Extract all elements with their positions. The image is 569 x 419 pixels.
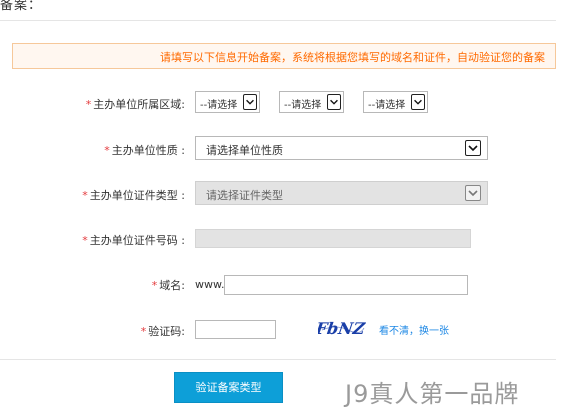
required-mark: * xyxy=(151,279,158,292)
required-mark: * xyxy=(104,144,110,157)
domain-input[interactable] xyxy=(224,275,468,295)
cert-number-label-text: 主办单位证件号码 : xyxy=(89,234,185,247)
chevron-down-icon xyxy=(327,94,341,110)
org-type-label: * 主办单位性质 : xyxy=(104,142,185,158)
chevron-down-icon xyxy=(465,140,481,156)
chevron-down-icon xyxy=(411,94,425,110)
chevron-down-icon xyxy=(465,185,481,201)
province-select-value: --请选择 xyxy=(200,100,238,111)
verify-record-type-button[interactable]: 验证备案类型 xyxy=(174,372,283,403)
notice-banner: 请填写以下信息开始备案，系统将根据您填写的域名和证件，自动验证您的备案 xyxy=(12,43,556,69)
required-mark: * xyxy=(82,234,88,247)
cert-number-label: * 主办单位证件号码 : xyxy=(82,232,185,248)
notice-text: 请填写以下信息开始备案，系统将根据您填写的域名和证件，自动验证您的备案 xyxy=(160,51,545,64)
district-select[interactable]: --请选择 xyxy=(363,91,428,113)
domain-label-text: 域名: xyxy=(159,279,185,292)
cert-type-select[interactable]: 请选择证件类型 xyxy=(195,181,488,205)
region-label-text: 主办单位所属区域: xyxy=(93,98,185,111)
org-type-select[interactable]: 请选择单位性质 xyxy=(195,136,488,160)
org-type-select-value: 请选择单位性质 xyxy=(206,144,283,157)
captcha-label-text: 验证码: xyxy=(148,325,185,338)
captcha-label: * 验证码: xyxy=(141,323,185,339)
page-title: 备案： xyxy=(0,0,43,13)
district-select-value: --请选择 xyxy=(368,100,406,111)
header-divider xyxy=(0,20,556,21)
required-mark: * xyxy=(140,325,147,338)
cert-type-label-text: 主办单位证件类型 : xyxy=(89,189,185,202)
city-select-value: --请选择 xyxy=(284,100,322,111)
required-mark: * xyxy=(82,189,88,202)
domain-prefix: www. xyxy=(195,278,225,291)
captcha-input[interactable] xyxy=(195,320,276,339)
captcha-refresh-link[interactable]: 看不清，换一张 xyxy=(379,322,449,337)
captcha-image[interactable]: FbNZ xyxy=(318,316,366,340)
chevron-down-icon xyxy=(243,94,257,110)
watermark-text: J9真人第一品牌 xyxy=(345,380,520,408)
region-label: * 主办单位所属区域: xyxy=(86,96,185,112)
required-mark: * xyxy=(85,98,92,111)
domain-label: * 域名: xyxy=(152,277,185,293)
record-filing-page: 备案： 请填写以下信息开始备案，系统将根据您填写的域名和证件，自动验证您的备案 … xyxy=(0,0,569,419)
org-type-label-text: 主办单位性质 : xyxy=(111,144,185,157)
province-select[interactable]: --请选择 xyxy=(195,91,260,113)
cert-number-input[interactable] xyxy=(195,229,471,248)
cert-type-label: * 主办单位证件类型 : xyxy=(82,187,185,203)
cert-type-select-value: 请选择证件类型 xyxy=(206,189,283,202)
footer-divider xyxy=(0,359,556,360)
city-select[interactable]: --请选择 xyxy=(279,91,344,113)
